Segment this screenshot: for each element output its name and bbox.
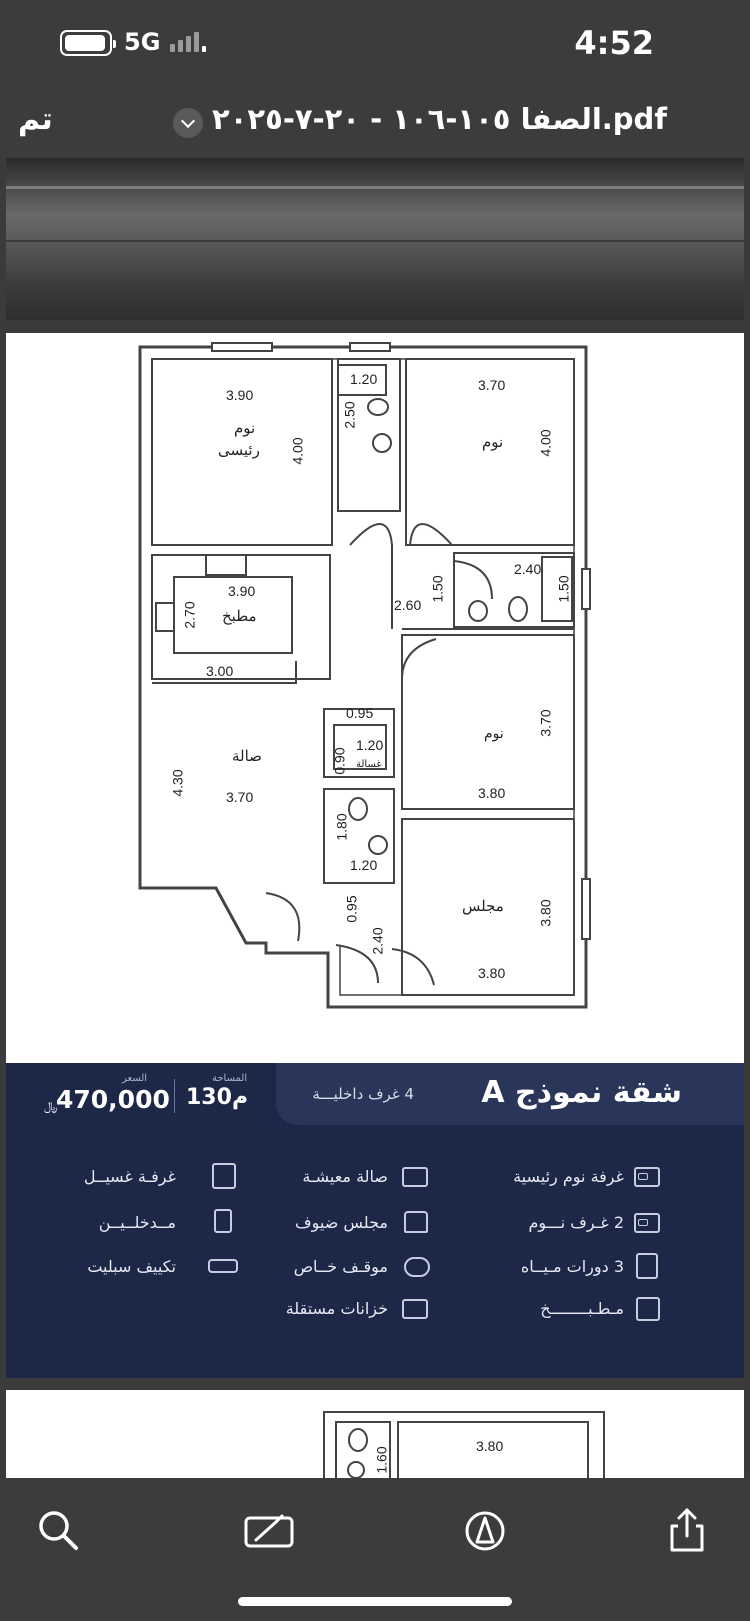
scan-text-icon[interactable] [242,1506,298,1556]
entry-width: 0.95 [343,895,360,923]
kitchen-bottom-dimension: 3.00 [206,663,234,679]
status-time: 4:52 [574,24,654,62]
right-bath-width: 2.40 [514,561,542,577]
price-value: 470,000 [56,1085,170,1114]
washing-machine-icon [212,1163,236,1189]
laundry-inner-dimension: 1.20 [356,737,384,753]
mid-bath-height: 1.80 [333,813,350,841]
master-bedroom-width: 3.90 [226,387,254,403]
previous-page-photo [6,158,744,320]
pdf-page-next[interactable]: 3.80 1.60 [6,1390,744,1480]
entry-height: 2.40 [369,927,386,955]
area-value: 130م [186,1085,249,1110]
right-bath-height: 1.50 [555,575,572,603]
air-conditioner-icon [208,1259,238,1273]
pdf-viewer-screen: 5G 4:52 تم الصفا ١٠٥-١٠٦ - ٢٠-٧-٢٠٢٥.pdf [0,0,750,1621]
water-tank-icon [402,1299,428,1319]
next-page-dimension-1: 3.80 [476,1438,504,1454]
price-label: السعر [122,1073,148,1084]
rooms-count: 4 غرف داخليـــة [312,1085,414,1103]
mid-bath-width: 1.20 [350,857,378,873]
price-area-divider [174,1079,175,1113]
network-type: 5G [124,28,161,56]
laundry-width: 0.95 [346,705,374,721]
feature-kitchen: مـطـبــــــــخ [540,1299,624,1318]
done-button[interactable]: تم [18,102,53,137]
majlis-label: مجلس [462,898,504,915]
search-icon[interactable] [34,1506,84,1556]
hall-label: صالة [232,748,262,765]
next-page-dimension-2: 1.60 [373,1446,390,1474]
feature-bedrooms: 2 غـرف نـــوم [528,1213,624,1232]
kitchen-height: 2.70 [181,601,198,629]
top-right-bedroom-label: نوم [482,434,504,451]
majlis-height: 3.80 [537,899,554,927]
bed-icon [634,1213,660,1233]
master-bedroom-label-2: رئيسى [218,442,260,459]
feature-laundry-room: غرفـة غسيــل [83,1167,176,1186]
signal-icon [170,32,206,52]
hall-width: 3.70 [226,789,254,805]
kitchen-label: مطبخ [222,608,257,625]
mid-right-bedroom-label: نوم [484,725,504,741]
share-icon[interactable] [662,1506,712,1556]
feature-living-room: صالة معيشـة [302,1167,388,1186]
top-bath-width: 1.20 [350,371,378,387]
pdf-page-floor-plan[interactable]: 3.90 نوم رئيسى 4.00 1.20 2.50 3.70 نوم 4… [6,333,744,1378]
laundry-height: 0.90 [331,747,348,775]
feature-split-ac: تكييف سبليت [87,1257,176,1276]
home-indicator[interactable] [238,1597,512,1606]
area-label: المساحة [212,1073,248,1084]
banner-header: شقة نموذج A 4 غرف داخليـــة [276,1063,744,1125]
status-bar: 5G 4:52 [0,0,750,88]
sofa-icon [402,1167,428,1187]
laundry-label: غسالة [356,759,382,770]
document-title[interactable]: الصفا ١٠٥-١٠٦ - ٢٠-٧-٢٠٢٥.pdf [212,102,667,136]
feature-bathrooms: 3 دورات مـيــاه [520,1257,624,1276]
hall-height: 4.30 [169,769,186,797]
master-bedroom-label-1: نوم [234,420,256,437]
top-right-bedroom-height: 4.00 [537,429,554,457]
document-title-bar: تم الصفا ١٠٥-١٠٦ - ٢٠-٧-٢٠٢٥.pdf [0,88,750,158]
corridor-width: 2.60 [394,597,422,613]
top-right-bedroom-width: 3.70 [478,377,506,393]
master-bedroom-height: 4.00 [289,437,306,465]
feature-private-parking: موقـف خــاص [293,1257,388,1276]
chevron-down-icon[interactable] [173,108,203,138]
mid-right-bedroom-height: 3.70 [537,709,554,737]
model-title: شقة نموذج A [481,1075,682,1110]
feature-two-entrances: مــدخلــيــن [98,1213,176,1232]
guest-room-icon [404,1211,428,1233]
majlis-width: 3.80 [478,965,506,981]
markup-icon[interactable] [460,1506,510,1556]
door-icon [214,1209,232,1233]
bed-icon [634,1167,660,1187]
battery-icon [60,30,116,56]
bathroom-icon [636,1253,658,1279]
top-bath-height: 2.50 [341,401,358,429]
feature-master-bedroom: غرفة نوم رئيسية [513,1167,624,1186]
feature-water-tanks: خزانات مستقلة [285,1299,388,1318]
car-icon [404,1257,430,1277]
mid-right-bedroom-width: 3.80 [478,785,506,801]
feature-guest-majlis: مجلس ضيوف [295,1213,388,1232]
corridor-height: 1.50 [429,575,446,603]
kitchen-icon [636,1297,660,1321]
kitchen-width: 3.90 [228,583,256,599]
listing-info-banner: شقة نموذج A 4 غرف داخليـــة السعر 470,00… [6,1063,744,1378]
currency-symbol: ﷼ [44,1099,58,1113]
